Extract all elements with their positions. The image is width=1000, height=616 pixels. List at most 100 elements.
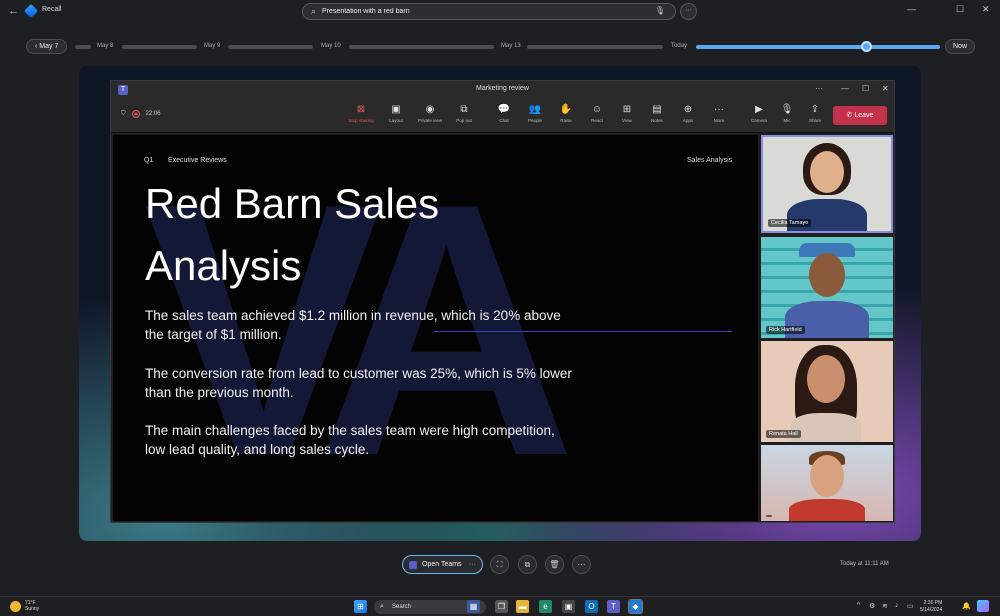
chat-button[interactable]: 💬 Chat <box>490 103 518 123</box>
participant-video-tile[interactable]: Renata Hall <box>761 341 893 442</box>
maximize-icon[interactable]: ☐ <box>862 84 869 93</box>
more-actions-button[interactable]: ··· <box>572 555 591 574</box>
participant-face <box>810 151 844 193</box>
open-teams-button[interactable]: Open Teams ··· <box>402 555 483 574</box>
timeline-segment-today[interactable] <box>696 45 940 49</box>
more-options-button[interactable]: ··· <box>680 3 697 20</box>
close-icon[interactable]: ✕ <box>982 4 990 15</box>
layout-button[interactable]: ▣ Layout <box>382 103 410 123</box>
react-button[interactable]: ☺ React <box>583 103 611 123</box>
current-date-label: May 7 <box>39 43 59 50</box>
search-icon: ⌕ <box>311 6 317 16</box>
camera-button[interactable]: ▶ Camera <box>745 103 773 123</box>
tool-label: Layout <box>389 118 403 123</box>
recall-logo-icon <box>23 3 39 19</box>
delete-button[interactable]: 🗑 <box>545 555 564 574</box>
timeline-segment[interactable] <box>349 45 494 49</box>
volume-icon[interactable]: ♪ <box>895 602 899 609</box>
participant-body <box>787 199 867 231</box>
date-picker-button[interactable]: ‹ May 7 <box>26 39 68 54</box>
copy-button[interactable]: ⧉ <box>518 555 537 574</box>
teams-icon[interactable]: T <box>607 600 620 613</box>
timeline-segment[interactable] <box>527 45 663 49</box>
notes-button[interactable]: ▤ Notes <box>643 103 671 123</box>
tool-label: Private view <box>417 118 443 123</box>
slide-title: Red Barn Sales Analysis <box>145 173 565 297</box>
leave-button[interactable]: ✆ Leave <box>833 106 887 125</box>
store-icon[interactable]: ▣ <box>562 600 575 613</box>
slide-title-line: Analysis <box>145 242 302 289</box>
minimize-icon[interactable]: — <box>907 4 916 14</box>
search-input[interactable] <box>322 8 643 15</box>
tool-label: Pop out <box>456 118 472 123</box>
now-button[interactable]: Now <box>945 39 976 54</box>
tool-label: Chat <box>499 118 509 123</box>
participant-name: Cecilia Tamayo <box>768 219 812 227</box>
maximize-icon[interactable]: ☐ <box>956 4 964 15</box>
share-button[interactable]: ⇪ Share <box>801 103 829 123</box>
weather-condition: Sunny <box>25 606 40 612</box>
participant-face <box>809 253 845 297</box>
more-icon[interactable]: ··· <box>815 84 823 93</box>
snapshot-preview[interactable]: T Marketing review ··· — ☐ ✕ ⛉ 22:06 ⊠ St… <box>79 66 921 541</box>
participant-face <box>810 455 844 497</box>
participant-video-tile[interactable] <box>761 445 893 521</box>
slide-section: Executive Reviews <box>168 157 227 164</box>
search-icon: ⌕ <box>380 603 384 610</box>
task-view-icon[interactable]: ❐ <box>495 600 508 613</box>
weather-widget[interactable]: 71°F Sunny <box>10 600 39 612</box>
meeting-title: Marketing review <box>476 85 529 92</box>
more-button[interactable]: ··· More <box>705 103 733 123</box>
outlook-icon[interactable]: O <box>585 600 598 613</box>
minimize-icon[interactable]: — <box>841 84 849 93</box>
widgets-icon[interactable]: ▦ <box>467 600 480 613</box>
timeline-segment[interactable] <box>75 45 91 49</box>
network-icon[interactable]: ⚙ <box>869 602 875 610</box>
copy-icon: ⧉ <box>524 560 531 569</box>
notification-bell-icon[interactable]: 🔔 <box>962 602 971 610</box>
chevron-up-icon[interactable]: ^ <box>857 602 860 609</box>
tool-label: Raise <box>560 118 572 123</box>
apps-button[interactable]: ⊕ Apps <box>674 103 702 123</box>
screenshot-button[interactable]: ⛶ <box>490 555 509 574</box>
windows-start-icon[interactable]: ⊞ <box>354 600 367 613</box>
mic-button[interactable]: 🎙 Mic <box>773 103 801 123</box>
microphone-icon[interactable]: 🎙 <box>655 6 665 15</box>
system-clock[interactable]: 2:30 PM 5/14/2024 <box>920 600 942 614</box>
copilot-icon[interactable] <box>977 600 989 612</box>
participant-video-tile[interactable]: Rick Hartfield <box>761 237 893 338</box>
tool-label: Apps <box>682 118 694 123</box>
timeline-segment[interactable] <box>228 45 313 49</box>
more-icon[interactable]: ··· <box>469 561 476 568</box>
tool-label: Share <box>808 118 821 123</box>
close-icon[interactable]: ✕ <box>882 84 889 93</box>
participant-video-tile[interactable]: Cecilia Tamayo <box>761 135 893 233</box>
raise-hand-button[interactable]: ✋ Raise <box>552 103 580 123</box>
stop-sharing-icon: ⊠ <box>356 104 366 115</box>
notes-icon: ▤ <box>652 104 662 115</box>
pop-out-button[interactable]: ⧉ Pop out <box>450 103 478 123</box>
edge-browser-icon[interactable]: e <box>539 600 552 613</box>
participant-body <box>791 413 861 442</box>
recall-taskbar-icon[interactable]: ◆ <box>628 599 643 614</box>
file-explorer-icon[interactable]: ▬ <box>516 600 529 613</box>
people-icon: 👥 <box>528 104 542 115</box>
timeline-slider-handle[interactable] <box>861 41 872 52</box>
timeline: ‹ May 7 May 8 May 9 May 10 May 13 Today … <box>0 36 1000 58</box>
stop-sharing-button[interactable]: ⊠ Stop sharing <box>347 103 375 123</box>
back-arrow-icon[interactable]: ← <box>8 5 19 17</box>
open-teams-label: Open Teams <box>422 561 462 568</box>
search-box[interactable]: ⌕ 🎙 <box>302 3 676 20</box>
timeline-label: Today <box>671 43 688 49</box>
battery-icon[interactable]: ▭ <box>907 602 914 610</box>
people-button[interactable]: 👥 People <box>521 103 549 123</box>
wifi-icon[interactable]: ≋ <box>882 602 888 610</box>
timeline-segment[interactable] <box>122 45 197 49</box>
meeting-timer: 22:06 <box>145 111 161 117</box>
trash-icon: 🗑 <box>549 560 560 569</box>
view-button[interactable]: ⊞ View <box>613 103 641 123</box>
private-view-button[interactable]: ◉ Private view <box>416 103 444 123</box>
tool-label: Camera <box>750 118 767 123</box>
participant-name <box>766 515 772 517</box>
tool-label: View <box>622 118 632 123</box>
